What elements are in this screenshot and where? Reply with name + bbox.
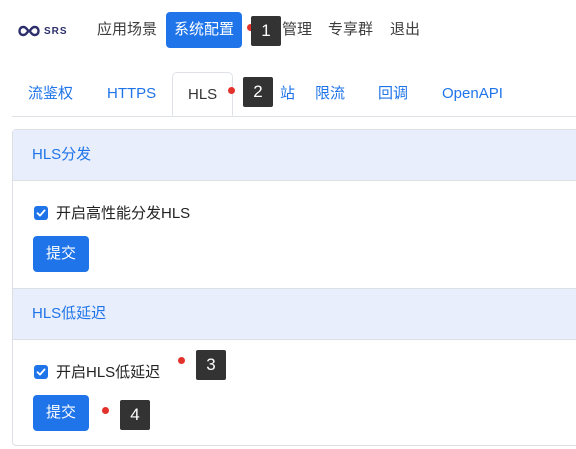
annotation-badge-1: 1	[251, 16, 281, 46]
logo-text: SRS	[44, 25, 68, 37]
hls-low-latency-title: HLS低延迟	[13, 288, 576, 340]
annotation-dot-2	[228, 87, 235, 94]
srs-logo[interactable]: SRS	[18, 22, 70, 40]
hls-low-latency-body: 开启HLS低延迟 提交	[13, 340, 576, 445]
tab-rate-limit[interactable]: 限流	[315, 72, 345, 116]
tab-station[interactable]: 站	[280, 72, 295, 116]
hls-distribution-checkbox-row[interactable]: 开启高性能分发HLS	[34, 202, 190, 223]
tab-openapi[interactable]: OpenAPI	[442, 72, 503, 116]
hls-distribution-submit-button[interactable]: 提交	[33, 236, 89, 272]
tab-callback[interactable]: 回调	[378, 72, 408, 116]
tab-https[interactable]: HTTPS	[107, 72, 156, 116]
hls-distribution-body: 开启高性能分发HLS 提交	[13, 181, 576, 288]
top-navbar: SRS 应用场景 系统配置 管理 专享群 退出	[0, 0, 576, 62]
config-tabs: 流鉴权 HTTPS HLS 站 限流 回调 OpenAPI	[12, 72, 576, 117]
annotation-badge-3: 3	[196, 350, 226, 380]
checkbox-checked-icon[interactable]	[34, 364, 48, 379]
hls-low-latency-checkbox-row[interactable]: 开启HLS低延迟	[34, 361, 160, 382]
annotation-badge-4: 4	[120, 400, 150, 430]
infinity-logo-icon	[18, 25, 40, 37]
nav-item-management[interactable]: 管理	[282, 12, 312, 48]
nav-item-system-config[interactable]: 系统配置	[166, 12, 243, 48]
nav-item-app-scenes[interactable]: 应用场景	[97, 12, 157, 48]
nav-item-logout[interactable]: 退出	[390, 12, 420, 48]
nav-item-exclusive-group[interactable]: 专享群	[328, 12, 373, 48]
checkbox-checked-icon[interactable]	[34, 205, 48, 220]
tab-stream-auth[interactable]: 流鉴权	[28, 72, 73, 116]
annotation-dot-4	[102, 407, 109, 414]
tab-hls[interactable]: HLS	[172, 72, 234, 116]
hls-distribution-label: 开启高性能分发HLS	[56, 205, 191, 222]
annotation-dot-3	[178, 357, 185, 364]
hls-low-latency-label: 开启HLS低延迟	[56, 364, 161, 381]
hls-distribution-title: HLS分发	[13, 130, 576, 181]
hls-distribution-card: HLS分发 开启高性能分发HLS 提交 HLS低延迟 开启HLS低延迟 提交	[12, 129, 576, 446]
annotation-badge-2: 2	[243, 77, 273, 107]
hls-low-latency-submit-button[interactable]: 提交	[33, 395, 89, 431]
